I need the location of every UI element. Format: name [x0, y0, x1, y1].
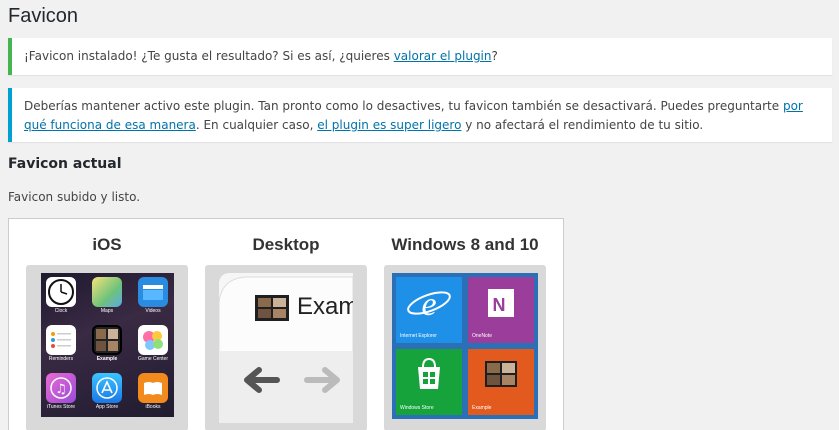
- ios-app-label: Clock: [54, 308, 68, 314]
- tile-onenote: N OneNote: [468, 277, 534, 343]
- example-favicon-icon: [255, 295, 289, 321]
- tile-label: OneNote: [472, 333, 493, 339]
- rate-plugin-link[interactable]: valorar el plugin: [394, 49, 492, 63]
- section-title: Favicon actual: [8, 156, 122, 172]
- svg-text:♫: ♫: [55, 382, 67, 397]
- example-favicon-icon: [92, 325, 122, 355]
- ios-app-label: Example: [96, 356, 118, 362]
- section-subtitle: Favicon subido y listo.: [8, 190, 141, 204]
- example-favicon-icon: [485, 361, 517, 387]
- tile-label: Internet Explorer: [400, 333, 437, 339]
- tile-example: Example: [468, 349, 534, 415]
- ios-app-label: iBooks: [145, 404, 161, 410]
- svg-text:e: e: [421, 286, 436, 323]
- ios-app-label: Videos: [145, 308, 161, 314]
- preview-desktop-label: Desktop: [252, 235, 320, 254]
- internet-explorer-icon: e: [407, 286, 451, 323]
- ios-app-label: App Store: [95, 404, 119, 410]
- browser-tab-title: Exam: [297, 293, 353, 320]
- preview-windows-label: Windows 8 and 10: [391, 235, 539, 254]
- preview-ios-frame: Clock Maps Videos Reminders Example Game…: [26, 265, 188, 430]
- tile-internet-explorer: e Internet Explorer: [396, 277, 462, 343]
- favicon-preview-box: iOS Clock Maps Videos Reminders Example …: [8, 218, 564, 430]
- preview-desktop-frame: Exam: [205, 265, 367, 430]
- windows-start-screen: e Internet Explorer N OneNote Windows St…: [392, 273, 538, 419]
- tile-label: Windows Store: [400, 405, 434, 411]
- ios-app-label: Reminders: [48, 356, 74, 362]
- tile-label: Example: [472, 405, 492, 411]
- plugin-light-link[interactable]: el plugin es super ligero: [317, 118, 461, 132]
- windows-store-icon: [418, 357, 440, 389]
- page-title: Favicon: [8, 5, 79, 27]
- notice-success: ¡Favicon instalado! ¿Te gusta el resulta…: [8, 38, 832, 75]
- notice-success-text: ¡Favicon instalado! ¿Te gusta el resulta…: [24, 49, 498, 63]
- preview-ios-label: iOS: [92, 235, 122, 254]
- itunes-store-icon: ♫: [46, 373, 76, 403]
- notice-info-text: Deberías mantener activo este plugin. Ta…: [24, 99, 803, 132]
- reminders-icon: [46, 325, 76, 355]
- ios-homescreen: Clock Maps Videos Reminders Example Game…: [41, 273, 174, 417]
- notice-info: Deberías mantener activo este plugin. Ta…: [8, 88, 832, 142]
- onenote-icon: N: [488, 289, 514, 317]
- ios-app-label: Maps: [100, 308, 114, 314]
- game-center-icon: [138, 325, 168, 355]
- forward-arrow-icon: [303, 365, 343, 399]
- preview-windows-frame: e Internet Explorer N OneNote Windows St…: [384, 265, 546, 430]
- ibooks-icon: [138, 373, 168, 403]
- back-arrow-icon: [241, 365, 281, 399]
- videos-icon: [138, 277, 168, 307]
- maps-icon: [92, 277, 122, 307]
- ios-app-label: Game Center: [137, 356, 168, 362]
- desktop-browser: Exam: [219, 273, 353, 423]
- ios-app-label: iTunes Store: [46, 404, 76, 410]
- clock-icon: [46, 277, 76, 307]
- app-store-icon: [92, 373, 122, 403]
- tile-windows-store: Windows Store: [396, 349, 462, 415]
- svg-text:N: N: [493, 295, 506, 315]
